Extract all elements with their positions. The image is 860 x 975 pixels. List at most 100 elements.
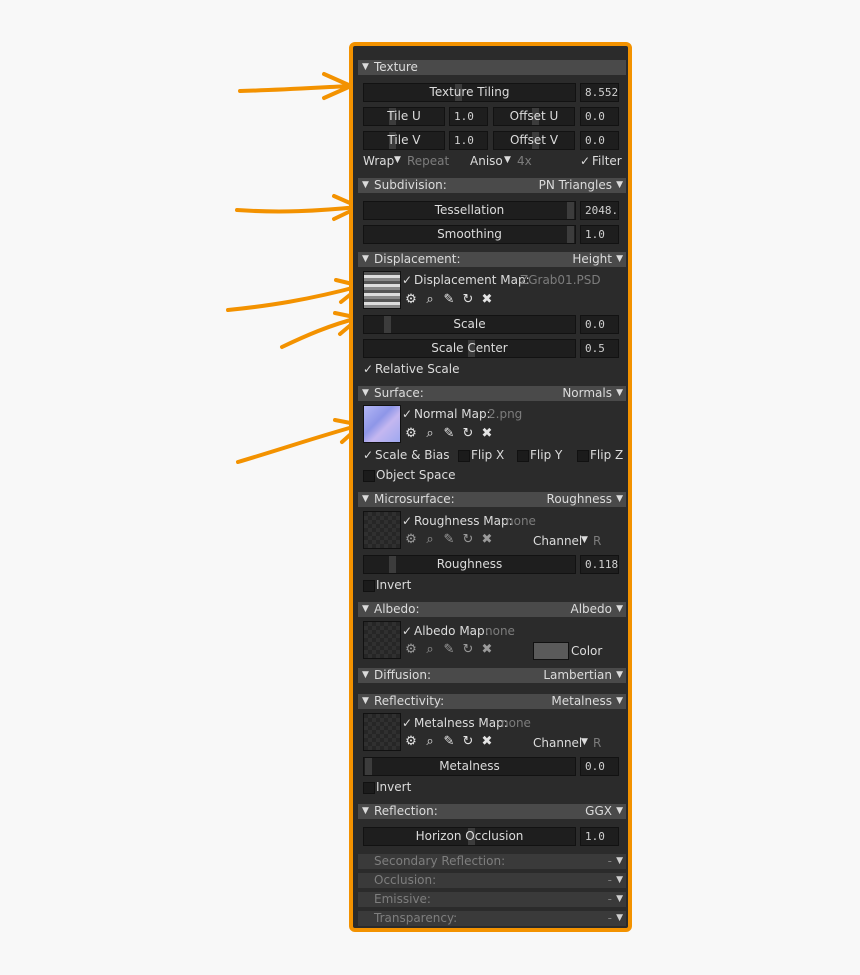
normal-map-thumbnail[interactable] [363, 405, 401, 443]
surface-section-header[interactable]: ▼ Surface: Normals ▼ [358, 386, 626, 401]
magnifier-icon[interactable]: ⌕ [423, 293, 437, 307]
dropdown-icon[interactable]: ▼ [616, 854, 623, 869]
pencil-icon[interactable]: ✎ [442, 735, 456, 749]
normal-map-checkmark-icon[interactable]: ✓ [402, 407, 412, 421]
scale-center-slider[interactable]: Scale Center [363, 339, 576, 358]
metalness-map-thumbnail[interactable] [363, 713, 401, 751]
diffusion-section-header[interactable]: ▼ Diffusion: Lambertian ▼ [358, 668, 626, 683]
subdivision-mode[interactable]: PN Triangles [539, 178, 612, 193]
magnifier-icon[interactable]: ⌕ [423, 427, 437, 441]
gear-icon[interactable]: ⚙ [404, 643, 418, 657]
scale-slider[interactable]: Scale [363, 315, 576, 334]
metalness-slider[interactable]: Metalness [363, 757, 576, 776]
tile-v-slider[interactable]: Tile V [363, 131, 445, 150]
wrap-value[interactable]: Repeat [407, 154, 449, 168]
dropdown-icon[interactable]: ▼ [616, 252, 623, 267]
roughness-map-thumbnail[interactable] [363, 511, 401, 549]
offset-v-slider[interactable]: Offset V [493, 131, 575, 150]
emissive-section-header[interactable]: Emissive: - ▼ [358, 892, 626, 907]
scale-value[interactable]: 0.0 [580, 315, 619, 334]
aniso-dropdown-icon[interactable]: ▼ [504, 155, 511, 165]
scale-center-value[interactable]: 0.5 [580, 339, 619, 358]
pencil-icon[interactable]: ✎ [442, 427, 456, 441]
tessellation-value[interactable]: 2048. [580, 201, 619, 220]
albedo-section-header[interactable]: ▼ Albedo: Albedo ▼ [358, 602, 626, 617]
occlusion-section-header[interactable]: Occlusion: - ▼ [358, 873, 626, 888]
reload-icon[interactable]: ↻ [461, 293, 475, 307]
albedo-map-thumbnail[interactable] [363, 621, 401, 659]
reflectivity-mode[interactable]: Metalness [551, 694, 612, 709]
channel-dropdown-icon[interactable]: ▼ [581, 737, 588, 747]
texture-section-header[interactable]: ▼ Texture [358, 60, 626, 75]
dropdown-icon[interactable]: ▼ [616, 386, 623, 401]
dropdown-icon[interactable]: ▼ [616, 178, 623, 193]
flip-x-checkbox[interactable] [458, 450, 470, 462]
close-icon[interactable]: ✖ [480, 735, 494, 749]
microsurface-section-header[interactable]: ▼ Microsurface: Roughness ▼ [358, 492, 626, 507]
object-space-checkbox[interactable] [363, 470, 375, 482]
flip-y-checkbox[interactable] [517, 450, 529, 462]
gear-icon[interactable]: ⚙ [404, 735, 418, 749]
dropdown-icon[interactable]: ▼ [616, 873, 623, 888]
transparency-section-header[interactable]: Transparency: - ▼ [358, 911, 626, 926]
reload-icon[interactable]: ↻ [461, 427, 475, 441]
tile-v-value[interactable]: 1.0 [449, 131, 488, 150]
diffusion-mode[interactable]: Lambertian [543, 668, 612, 683]
roughness-map-checkmark-icon[interactable]: ✓ [402, 514, 412, 528]
reload-icon[interactable]: ↻ [461, 533, 475, 547]
tessellation-slider[interactable]: Tessellation [363, 201, 576, 220]
magnifier-icon[interactable]: ⌕ [423, 643, 437, 657]
filter-checkmark-icon[interactable]: ✓ [580, 154, 590, 168]
smoothing-slider[interactable]: Smoothing [363, 225, 576, 244]
tile-u-value[interactable]: 1.0 [449, 107, 488, 126]
offset-u-slider[interactable]: Offset U [493, 107, 575, 126]
wrap-dropdown-icon[interactable]: ▼ [394, 155, 401, 165]
roughness-invert-checkbox[interactable] [363, 580, 375, 592]
dropdown-icon[interactable]: ▼ [616, 892, 623, 907]
roughness-channel-value[interactable]: R [593, 534, 601, 548]
albedo-color-swatch[interactable] [533, 642, 569, 660]
texture-tiling-value[interactable]: 8.552 [580, 83, 619, 102]
surface-mode[interactable]: Normals [562, 386, 612, 401]
close-icon[interactable]: ✖ [480, 427, 494, 441]
close-icon[interactable]: ✖ [480, 293, 494, 307]
pencil-icon[interactable]: ✎ [442, 643, 456, 657]
offset-u-value[interactable]: 0.0 [580, 107, 619, 126]
dropdown-icon[interactable]: ▼ [616, 668, 623, 683]
reflection-section-header[interactable]: ▼ Reflection: GGX ▼ [358, 804, 626, 819]
dropdown-icon[interactable]: ▼ [616, 602, 623, 617]
roughness-value[interactable]: 0.118 [580, 555, 619, 574]
magnifier-icon[interactable]: ⌕ [423, 533, 437, 547]
albedo-map-checkmark-icon[interactable]: ✓ [402, 624, 412, 638]
secondary-reflection-section-header[interactable]: Secondary Reflection: - ▼ [358, 854, 626, 869]
close-icon[interactable]: ✖ [480, 643, 494, 657]
metalness-map-checkmark-icon[interactable]: ✓ [402, 716, 412, 730]
channel-dropdown-icon[interactable]: ▼ [581, 535, 588, 545]
displacement-checkmark-icon[interactable]: ✓ [402, 273, 412, 287]
dropdown-icon[interactable]: ▼ [616, 492, 623, 507]
dropdown-icon[interactable]: ▼ [616, 694, 623, 709]
gear-icon[interactable]: ⚙ [404, 427, 418, 441]
magnifier-icon[interactable]: ⌕ [423, 735, 437, 749]
reload-icon[interactable]: ↻ [461, 643, 475, 657]
reflection-mode[interactable]: GGX [585, 804, 612, 819]
microsurface-mode[interactable]: Roughness [547, 492, 612, 507]
metalness-channel-value[interactable]: R [593, 736, 601, 750]
reflectivity-section-header[interactable]: ▼ Reflectivity: Metalness ▼ [358, 694, 626, 709]
tile-u-slider[interactable]: Tile U [363, 107, 445, 126]
scale-bias-checkmark-icon[interactable]: ✓ [363, 448, 373, 462]
offset-v-value[interactable]: 0.0 [580, 131, 619, 150]
dropdown-icon[interactable]: ▼ [616, 911, 623, 926]
texture-tiling-slider[interactable]: Texture Tiling [363, 83, 576, 102]
horizon-occlusion-value[interactable]: 1.0 [580, 827, 619, 846]
subdivision-section-header[interactable]: ▼ Subdivision: PN Triangles ▼ [358, 178, 626, 193]
close-icon[interactable]: ✖ [480, 533, 494, 547]
metalness-invert-checkbox[interactable] [363, 782, 375, 794]
displacement-mode[interactable]: Height [572, 252, 612, 267]
relative-scale-checkmark-icon[interactable]: ✓ [363, 362, 373, 376]
smoothing-value[interactable]: 1.0 [580, 225, 619, 244]
roughness-slider[interactable]: Roughness [363, 555, 576, 574]
displacement-map-thumbnail[interactable] [363, 271, 401, 309]
gear-icon[interactable]: ⚙ [404, 533, 418, 547]
albedo-mode[interactable]: Albedo [570, 602, 612, 617]
